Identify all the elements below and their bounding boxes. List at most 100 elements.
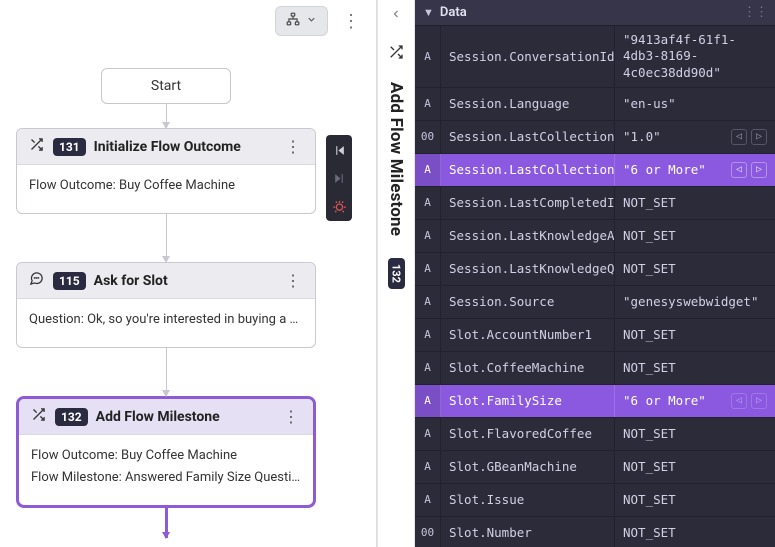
flow-node-131[interactable]: 131 Initialize Flow Outcome ⋮ Flow Outcome:… [16, 128, 316, 214]
data-value-cell: 6 or More ◁▷ [615, 387, 775, 415]
flow-node-menu-button[interactable]: ⋮ [281, 137, 305, 156]
data-row[interactable]: ASlot.AccountNumber1NOT_SET [415, 319, 775, 352]
inspector-node-id: 132 [388, 258, 405, 289]
data-value-text: NOT_SET [623, 195, 767, 211]
step-forward-button[interactable] [330, 169, 348, 187]
data-row[interactable]: ASession.ConversationId9413af4f-61f1-4db… [415, 26, 775, 88]
data-panel-header[interactable]: ▼ Data ⋮⋮ [415, 0, 775, 26]
flow-node-title: Add Flow Milestone [96, 409, 271, 425]
data-value-cell: en-us [615, 90, 775, 118]
data-row[interactable]: ASlot.CoffeeMachineNOT_SET [415, 352, 775, 385]
next-arrow-icon[interactable]: ▷ [751, 129, 767, 145]
data-value-text: 6 or More [623, 393, 725, 409]
data-value-text: NOT_SET [623, 261, 767, 277]
data-key-cell: Session.ConversationId [441, 26, 615, 87]
flow-node-title: Initialize Flow Outcome [94, 139, 273, 155]
canvas-more-button[interactable]: ⋮ [336, 7, 366, 36]
data-key-cell: Slot.Number [441, 517, 615, 547]
debug-toolstrip [326, 135, 352, 221]
data-key-cell: Session.LastCollectionU… [441, 154, 615, 186]
flow-node-132[interactable]: 132Add Flow Milestone⋮Flow Outcome: Buy … [16, 396, 316, 508]
data-key-cell: Session.LastCollectionC… [441, 121, 615, 153]
start-node[interactable]: Start [101, 68, 231, 104]
data-value-text: 6 or More [623, 162, 725, 178]
data-type-cell: A [415, 484, 441, 516]
data-value-cell: NOT_SET [615, 519, 775, 547]
data-row[interactable]: ASlot.FlavoredCoffeeNOT_SET [415, 418, 775, 451]
flow-node-body: Flow Outcome: Buy Coffee Machine [17, 165, 315, 213]
prev-arrow-icon[interactable]: ◁ [731, 129, 747, 145]
data-row[interactable]: 00Session.LastCollectionC…1.0◁▷ [415, 121, 775, 154]
data-row[interactable]: ASession.Languageen-us [415, 88, 775, 121]
chat-icon [27, 271, 45, 290]
view-mode-dropdown[interactable] [275, 6, 328, 36]
flow-node-title: Ask for Slot [94, 273, 273, 289]
flow-node-menu-button[interactable]: ⋮ [279, 407, 303, 426]
data-row[interactable]: ASlot.GBeanMachine NOT_SET [415, 451, 775, 484]
grip-icon[interactable]: ⋮⋮ [743, 5, 767, 20]
data-panel: ▼ Data ⋮⋮ ASession.ConversationId9413af4… [415, 0, 775, 547]
data-type-cell: A [415, 418, 441, 450]
data-panel-title: Data [440, 5, 467, 20]
collapse-inspector-button[interactable] [390, 8, 402, 24]
data-row[interactable]: ASession.Sourcegenesyswebwidget [415, 286, 775, 319]
data-value-cell: NOT_SET [615, 420, 775, 448]
data-value-text: NOT_SET [623, 459, 767, 475]
data-value-text: 1.0 [623, 129, 725, 145]
flow-node-body-line: Question: Ok, so you're interested in bu… [29, 309, 303, 331]
value-nav-arrows[interactable]: ◁▷ [731, 162, 767, 178]
data-row[interactable]: ASession.LastKnowledgeAn… NOT_SET [415, 220, 775, 253]
next-arrow-icon[interactable]: ▷ [751, 393, 767, 409]
data-key-cell: Session.LastKnowledgeQu… [441, 253, 615, 285]
value-nav-arrows[interactable]: ◁▷ [731, 393, 767, 409]
data-value-cell: genesyswebwidget [615, 288, 775, 316]
data-value-cell: NOT_SET [615, 321, 775, 349]
data-value-text: NOT_SET [623, 327, 767, 343]
prev-arrow-icon[interactable]: ◁ [731, 162, 747, 178]
data-key-cell: Session.Source [441, 286, 615, 318]
data-type-cell: A [415, 319, 441, 351]
data-key-cell: Slot.GBeanMachine [441, 451, 615, 483]
flow-connector [166, 214, 167, 262]
data-value-text: NOT_SET [623, 426, 767, 442]
flow-node-id-badge: 131 [53, 138, 86, 156]
flow-connector [166, 348, 167, 396]
flow-node-115[interactable]: 115 Ask for Slot ⋮ Question: Ok, so you're … [16, 262, 316, 348]
prev-arrow-icon[interactable]: ◁ [731, 393, 747, 409]
data-value-cell: 6 or More ◁▷ [615, 156, 775, 184]
data-type-cell: A [415, 88, 441, 120]
shuffle-icon [29, 407, 47, 426]
data-type-cell: A [415, 26, 441, 87]
data-type-cell: A [415, 451, 441, 483]
data-row[interactable]: ASession.LastCollectionU… 6 or More ◁▷ [415, 154, 775, 187]
flow-node-id-badge: 115 [53, 272, 86, 290]
flow-connector [166, 104, 167, 128]
data-type-cell: A [415, 385, 441, 417]
flow-node-body-line: Flow Outcome: Buy Coffee Machine [31, 445, 301, 467]
value-nav-arrows[interactable]: ◁▷ [731, 129, 767, 145]
data-type-cell: A [415, 154, 441, 186]
bug-icon[interactable] [330, 197, 348, 215]
data-value-cell: NOT_SET [615, 222, 775, 250]
flow-node-body-line: Flow Outcome: Buy Coffee Machine [29, 175, 303, 197]
data-row[interactable]: ASlot.FamilySize6 or More◁▷ [415, 385, 775, 418]
data-row[interactable]: ASlot.IssueNOT_SET [415, 484, 775, 517]
flow-node-body: Question: Ok, so you're interested in bu… [17, 299, 315, 347]
data-rows: ASession.ConversationId9413af4f-61f1-4db… [415, 26, 775, 547]
data-row[interactable]: ASession.LastKnowledgeQu… NOT_SET [415, 253, 775, 286]
next-arrow-icon[interactable]: ▷ [751, 162, 767, 178]
step-back-button[interactable] [330, 141, 348, 159]
data-type-cell: A [415, 187, 441, 219]
flow-node-menu-button[interactable]: ⋮ [281, 271, 305, 290]
flow-canvas[interactable]: ⋮ Start 131 Initialize Flow Outcome ⋮ Flow … [0, 0, 377, 547]
data-row[interactable]: 00Slot.NumberNOT_SET [415, 517, 775, 547]
data-key-cell: Session.LastKnowledgeAn… [441, 220, 615, 252]
data-value-cell: NOT_SET [615, 453, 775, 481]
data-row[interactable]: ASession.LastCompletedIn…NOT_SET [415, 187, 775, 220]
chevron-down-icon [306, 14, 317, 29]
flow-column: Start 131 Initialize Flow Outcome ⋮ Flow Ou… [16, 68, 316, 538]
data-value-text: NOT_SET [623, 228, 767, 244]
data-type-cell: A [415, 220, 441, 252]
canvas-toolbar: ⋮ [275, 6, 366, 36]
data-type-cell: A [415, 253, 441, 285]
